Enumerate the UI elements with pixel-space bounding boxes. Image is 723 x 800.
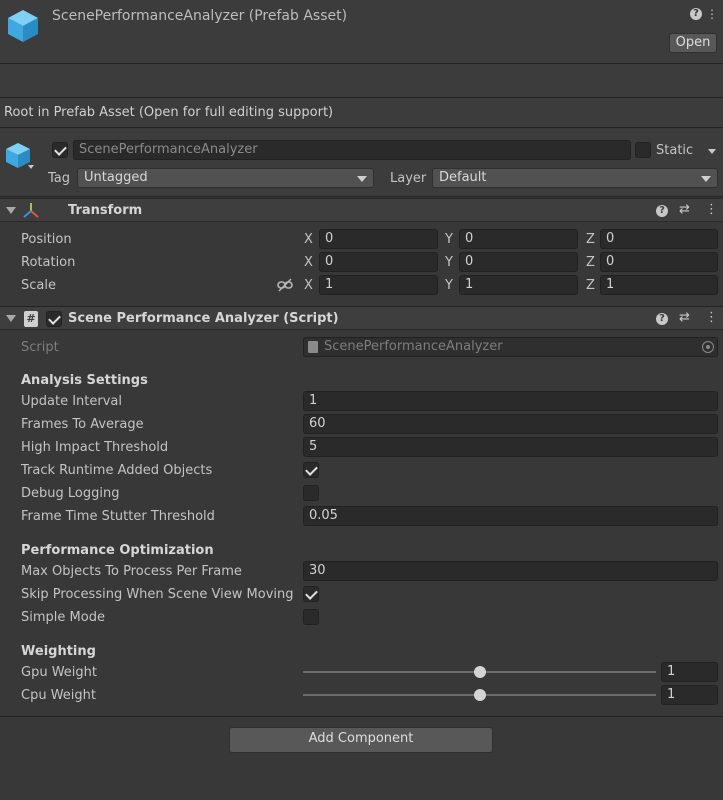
transform-icon <box>23 203 39 218</box>
cpu-weight-label: Cpu Weight <box>21 688 96 703</box>
position-z-field[interactable]: 0 <box>600 229 718 249</box>
help-icon[interactable]: ? <box>656 205 668 217</box>
axis-y-label[interactable]: Y <box>445 278 453 293</box>
foldout-arrow-icon[interactable] <box>6 207 16 214</box>
asset-title: ScenePerformanceAnalyzer (Prefab Asset) <box>52 8 348 24</box>
add-component-button[interactable]: Add Component <box>229 727 493 753</box>
scale-label: Scale <box>21 278 56 293</box>
weighting-header: Weighting <box>21 644 96 659</box>
frame-time-stutter-label: Frame Time Stutter Threshold <box>21 509 215 524</box>
static-dropdown-icon[interactable] <box>708 149 716 154</box>
prefab-cube-icon <box>8 10 38 42</box>
update-interval-field[interactable]: 1 <box>303 391 718 411</box>
rotation-y-field[interactable]: 0 <box>459 252 578 272</box>
position-x-field[interactable]: 0 <box>319 229 438 249</box>
position-y-field[interactable]: 0 <box>459 229 578 249</box>
open-button[interactable]: Open <box>669 33 717 53</box>
layer-label: Layer <box>390 171 427 186</box>
script-component-header[interactable]: # Scene Performance Analyzer (Script) ? … <box>0 306 723 330</box>
kebab-menu-icon[interactable]: ⋮ <box>705 202 718 217</box>
cpu-weight-slider-knob[interactable] <box>473 689 486 701</box>
foldout-arrow-icon[interactable] <box>6 315 16 322</box>
script-value: ScenePerformanceAnalyzer <box>324 339 503 354</box>
frame-time-stutter-field[interactable]: 0.05 <box>303 506 718 526</box>
gameobject-cube-icon[interactable] <box>6 141 34 171</box>
cpu-weight-field[interactable]: 1 <box>661 685 718 705</box>
tag-dropdown[interactable]: Untagged <box>77 168 374 188</box>
position-label: Position <box>21 232 72 247</box>
presets-icon[interactable]: ⇄ <box>679 202 690 217</box>
axis-y-label[interactable]: Y <box>445 232 453 247</box>
script-enabled-checkbox[interactable] <box>46 311 62 327</box>
kebab-menu-icon[interactable]: ⋮ <box>705 310 718 325</box>
axis-z-label[interactable]: Z <box>586 255 595 270</box>
object-picker-icon <box>702 341 714 353</box>
tag-label: Tag <box>48 171 71 186</box>
root-message-bar: Root in Prefab Asset (Open for full edit… <box>0 98 723 128</box>
script-file-icon <box>308 341 318 353</box>
transform-title: Transform <box>68 203 143 218</box>
gpu-weight-field[interactable]: 1 <box>661 662 718 682</box>
gameobject-header: ScenePerformanceAnalyzer Static Tag Unta… <box>0 129 723 197</box>
script-component-title: Scene Performance Analyzer (Script) <box>68 311 339 326</box>
rotation-x-field[interactable]: 0 <box>319 252 438 272</box>
axis-z-label[interactable]: Z <box>586 278 595 293</box>
skip-processing-checkbox[interactable] <box>303 586 319 602</box>
script-label: Script <box>21 340 59 355</box>
static-checkbox[interactable] <box>635 142 651 158</box>
divider <box>0 716 723 717</box>
root-message: Root in Prefab Asset (Open for full edit… <box>4 105 334 120</box>
performance-optimization-header: Performance Optimization <box>21 543 214 558</box>
gpu-weight-slider-knob[interactable] <box>473 666 486 678</box>
debug-logging-checkbox[interactable] <box>303 485 319 501</box>
script-hash-icon: # <box>24 311 38 327</box>
axis-z-label[interactable]: Z <box>586 232 595 247</box>
layer-dropdown[interactable]: Default <box>432 168 718 188</box>
gpu-weight-label: Gpu Weight <box>21 665 97 680</box>
chevron-down-icon <box>701 176 711 182</box>
kebab-menu-icon[interactable]: ⋮ <box>706 8 718 20</box>
axis-y-label[interactable]: Y <box>445 255 453 270</box>
frames-to-average-label: Frames To Average <box>21 417 144 432</box>
simple-mode-checkbox[interactable] <box>303 609 319 625</box>
static-label: Static <box>656 143 694 158</box>
analysis-settings-header: Analysis Settings <box>21 373 148 388</box>
empty-toolbar-band <box>0 64 723 98</box>
axis-x-label[interactable]: X <box>304 232 313 247</box>
scale-x-field[interactable]: 1 <box>319 275 438 295</box>
script-object-field: ScenePerformanceAnalyzer <box>303 337 718 357</box>
transform-header[interactable]: Transform ? ⇄ ⋮ <box>0 198 723 222</box>
layer-value: Default <box>439 170 487 185</box>
simple-mode-label: Simple Mode <box>21 610 105 625</box>
gameobject-name-field[interactable]: ScenePerformanceAnalyzer <box>73 140 631 160</box>
presets-icon[interactable]: ⇄ <box>679 310 690 325</box>
frames-to-average-field[interactable]: 60 <box>303 414 718 434</box>
high-impact-threshold-field[interactable]: 5 <box>303 437 718 457</box>
update-interval-label: Update Interval <box>21 394 122 409</box>
rotation-label: Rotation <box>21 255 76 270</box>
chevron-down-icon <box>357 176 367 182</box>
high-impact-threshold-label: High Impact Threshold <box>21 440 169 455</box>
skip-processing-label: Skip Processing When Scene View Moving <box>21 587 294 602</box>
active-checkbox[interactable] <box>52 142 68 158</box>
max-objects-label: Max Objects To Process Per Frame <box>21 564 242 579</box>
tag-value: Untagged <box>84 170 148 185</box>
debug-logging-label: Debug Logging <box>21 486 120 501</box>
link-icon[interactable] <box>277 278 293 292</box>
axis-x-label[interactable]: X <box>304 278 313 293</box>
rotation-z-field[interactable]: 0 <box>600 252 718 272</box>
help-icon[interactable]: ? <box>690 8 702 20</box>
axis-x-label[interactable]: X <box>304 255 313 270</box>
help-icon[interactable]: ? <box>656 313 668 325</box>
scale-y-field[interactable]: 1 <box>459 275 578 295</box>
scale-z-field[interactable]: 1 <box>600 275 718 295</box>
track-runtime-label: Track Runtime Added Objects <box>21 463 213 478</box>
max-objects-field[interactable]: 30 <box>303 561 718 581</box>
track-runtime-checkbox[interactable] <box>303 462 319 478</box>
inspector-header: ScenePerformanceAnalyzer (Prefab Asset) … <box>0 0 723 64</box>
